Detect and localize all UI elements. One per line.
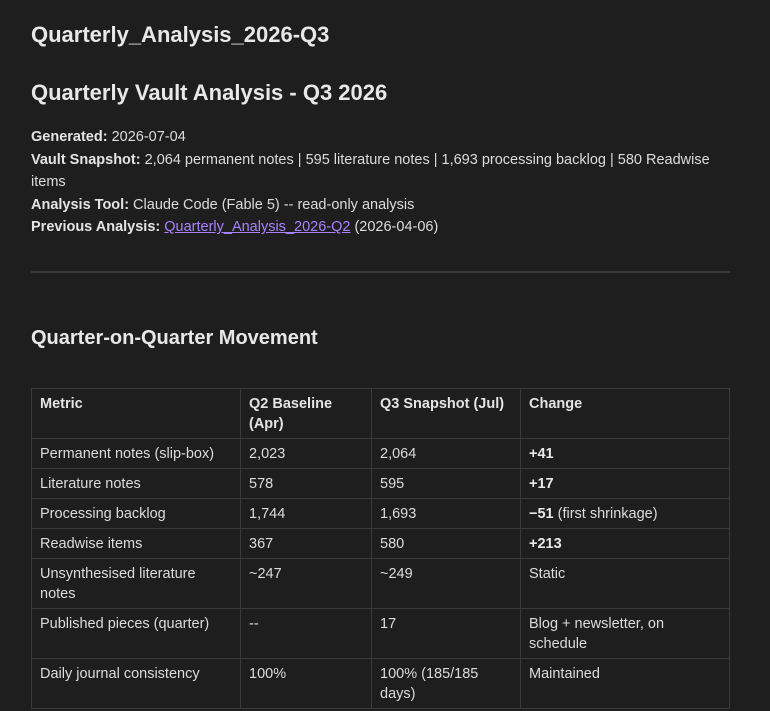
- cell-metric: Literature notes: [31, 467, 241, 499]
- cell-q2: 578: [240, 467, 372, 499]
- cell-q3: 2,064: [371, 437, 521, 469]
- meta-generated: Generated: 2026-07-04: [31, 126, 730, 149]
- cell-change-note: Static: [529, 565, 566, 582]
- table-header-row: Metric Q2 Baseline (Apr) Q3 Snapshot (Ju…: [31, 387, 730, 439]
- cell-q3: 580: [371, 527, 521, 559]
- cell-change-value: +17: [529, 475, 554, 492]
- cell-q3: 17: [371, 607, 521, 659]
- table-row: Unsynthesised literature notes ~247 ~249…: [31, 557, 730, 609]
- previous-analysis-link[interactable]: Quarterly_Analysis_2026-Q2: [164, 219, 350, 235]
- cell-q2: 1,744: [240, 497, 372, 529]
- cell-q3: 595: [371, 467, 521, 499]
- note-title: Quarterly_Analysis_2026-Q3: [31, 22, 330, 47]
- cell-q2: 2,023: [240, 437, 372, 469]
- cell-change: Blog + newsletter, on schedule: [520, 607, 730, 659]
- section-heading: Quarter-on-Quarter Movement: [31, 326, 318, 349]
- cell-change-value: +213: [529, 535, 562, 552]
- movement-table: Metric Q2 Baseline (Apr) Q3 Snapshot (Ju…: [31, 387, 730, 709]
- cell-change: +41: [520, 437, 730, 469]
- table-row: Readwise items 367 580 +213: [31, 527, 730, 559]
- cell-change-note: Maintained: [529, 665, 600, 682]
- cell-change: +213: [520, 527, 730, 559]
- metadata-block: Generated: 2026-07-04 Vault Snapshot: 2,…: [31, 126, 730, 239]
- meta-previous-label: Previous Analysis:: [31, 219, 161, 236]
- meta-previous: Previous Analysis: Quarterly_Analysis_20…: [31, 216, 730, 239]
- table-row: Permanent notes (slip-box) 2,023 2,064 +…: [31, 437, 730, 469]
- meta-tool: Analysis Tool: Claude Code (Fable 5) -- …: [31, 194, 730, 217]
- cell-change-value: −51: [529, 505, 554, 522]
- table-row: Processing backlog 1,744 1,693 −51 (firs…: [31, 497, 730, 529]
- cell-change: −51 (first shrinkage): [520, 497, 730, 529]
- cell-q3: 1,693: [371, 497, 521, 529]
- cell-change: +17: [520, 467, 730, 499]
- cell-q2: --: [240, 607, 372, 659]
- meta-tool-label: Analysis Tool:: [31, 196, 130, 213]
- page-title: Quarterly Vault Analysis - Q3 2026: [31, 79, 388, 105]
- meta-tool-value: Claude Code (Fable 5) -- read-only analy…: [129, 196, 415, 213]
- cell-metric: Permanent notes (slip-box): [31, 437, 241, 469]
- cell-q2: ~247: [240, 557, 372, 609]
- meta-snapshot: Vault Snapshot: 2,064 permanent notes | …: [31, 149, 730, 194]
- cell-change-note: (first shrinkage): [553, 505, 658, 522]
- cell-q2: 100%: [240, 657, 372, 709]
- cell-q2: 367: [240, 527, 372, 559]
- header-q2-baseline: Q2 Baseline (Apr): [240, 387, 372, 439]
- meta-generated-value: 2026-07-04: [107, 129, 186, 146]
- meta-generated-label: Generated:: [31, 129, 108, 146]
- table-row: Literature notes 578 595 +17: [31, 467, 730, 499]
- cell-metric: Daily journal consistency: [31, 657, 241, 709]
- meta-snapshot-label: Vault Snapshot:: [31, 151, 141, 168]
- header-q3-snapshot: Q3 Snapshot (Jul): [371, 387, 521, 439]
- cell-metric: Readwise items: [31, 527, 241, 559]
- cell-change-value: +41: [529, 445, 554, 462]
- cell-change: Maintained: [520, 657, 730, 709]
- cell-change-note: Blog + newsletter, on schedule: [529, 615, 665, 652]
- meta-previous-date: (2026-04-06): [350, 219, 439, 236]
- cell-metric: Processing backlog: [31, 497, 241, 529]
- table-row: Published pieces (quarter) -- 17 Blog + …: [31, 607, 730, 659]
- cell-q3: 100% (185/185 days): [371, 657, 521, 709]
- header-metric: Metric: [31, 387, 241, 439]
- cell-change: Static: [520, 557, 730, 609]
- cell-metric: Published pieces (quarter): [31, 607, 241, 659]
- cell-q3: ~249: [371, 557, 521, 609]
- horizontal-divider: [31, 270, 730, 273]
- header-change: Change: [520, 387, 730, 439]
- table-row: Daily journal consistency 100% 100% (185…: [31, 657, 730, 709]
- cell-metric: Unsynthesised literature notes: [31, 557, 241, 609]
